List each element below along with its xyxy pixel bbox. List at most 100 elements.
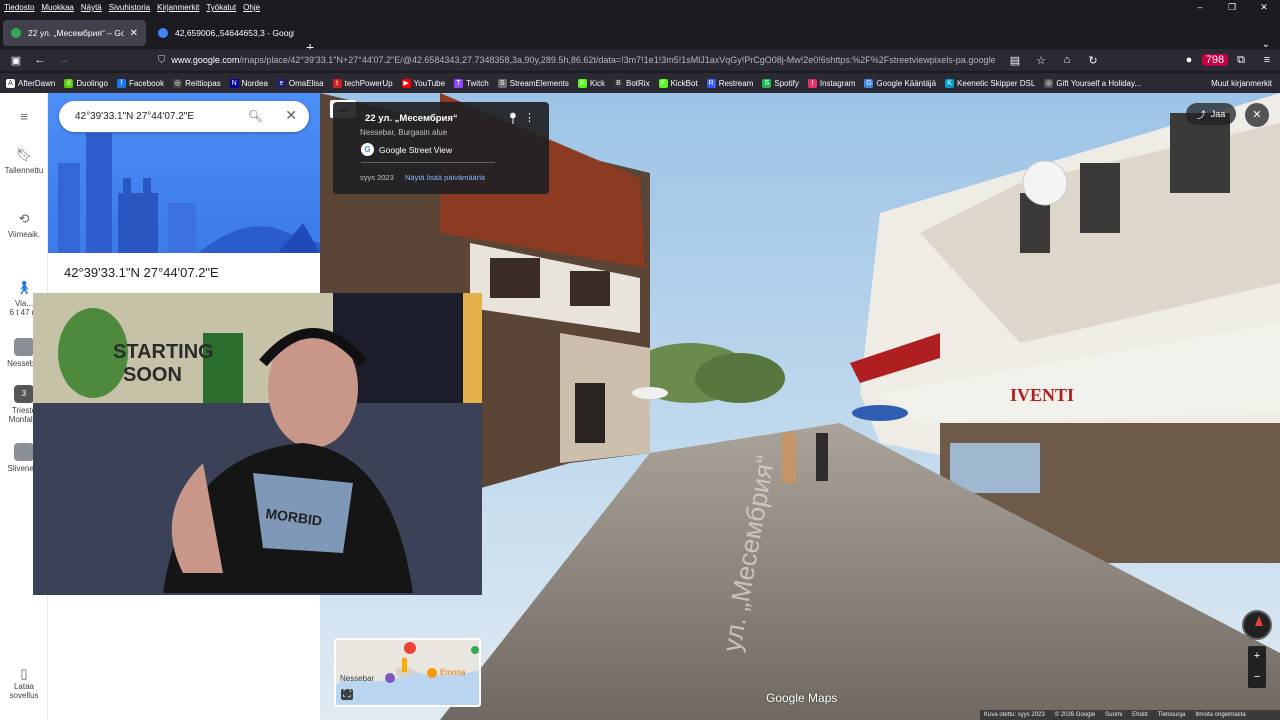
bookmark-favicon-icon: G — [864, 78, 874, 88]
close-icon[interactable]: ✕ — [285, 107, 297, 124]
footer-language[interactable]: Suomi — [1105, 712, 1122, 718]
other-bookmarks-button[interactable]: Muut kirjanmerkit — [1211, 73, 1272, 93]
bookmark-item[interactable]: K Kick — [577, 78, 605, 88]
bookmark-item[interactable]: T Twitch — [454, 78, 489, 88]
bookmark-item[interactable]: R Restream — [706, 78, 753, 88]
reload-icon[interactable]: ↻ — [1080, 54, 1106, 67]
tab-bar: 22 ул. „Месембрия“ – Google M ✕ 42,65900… — [0, 15, 1280, 55]
footer-terms[interactable]: Ehdot — [1132, 712, 1148, 718]
bookmark-item[interactable]: A AfterDawn — [6, 78, 55, 88]
expand-map-icon[interactable]: ⛶ — [341, 689, 353, 700]
url-path: /maps/place/42°39'33.1"N+27°44'07.2"E/@4… — [239, 55, 996, 65]
place-thumbnail: 3 — [14, 385, 34, 403]
tracking-shield-icon[interactable]: ⛉ — [152, 55, 171, 66]
menu-icon[interactable]: ≡ — [0, 109, 48, 127]
phone-icon: ▯ — [20, 666, 28, 681]
shop-sign-iventi: IVENTI — [1010, 385, 1074, 405]
minimize-button[interactable]: – — [1184, 0, 1216, 15]
place-thumbnail — [14, 338, 34, 356]
tab-google-maps-active[interactable]: 22 ул. „Месембрия“ – Google M ✕ — [3, 20, 146, 46]
menu-file[interactable]: Tiedosto — [4, 3, 34, 12]
bookmark-item[interactable]: K Keenetic Skipper DSL — [945, 78, 1035, 88]
bookmark-item[interactable]: ◎ Gift Yourself a Holiday... — [1044, 78, 1141, 88]
app-menu-icon[interactable]: ≡ — [1254, 54, 1280, 66]
sidebar-toggle-icon[interactable]: ▣ — [4, 54, 28, 67]
back-button[interactable]: ← — [28, 54, 52, 66]
street-view-info-card: 22 ул. „Месембрия“ Nessebar, Burgasin al… — [333, 102, 549, 194]
account-icon[interactable]: ● — [1176, 54, 1202, 66]
bookmark-item[interactable]: f Facebook — [116, 78, 164, 88]
restore-button[interactable]: ❐ — [1216, 0, 1248, 15]
bookmark-item[interactable]: I Instagram — [807, 78, 855, 88]
bookmark-item[interactable]: K KickBot — [658, 78, 698, 88]
bookmark-item[interactable]: ▶ YouTube — [401, 78, 445, 88]
tab-google-search[interactable]: 42,659006,,54644653,3 - Google — [150, 20, 302, 46]
webcam-video: STARTING SOON MORBID — [33, 293, 482, 595]
google-favicon-icon — [158, 28, 168, 38]
compass-icon[interactable] — [1242, 610, 1272, 640]
menu-view[interactable]: Näytä — [81, 3, 102, 12]
location-pin-icon[interactable]: 📍︎ — [506, 112, 520, 125]
zoom-in-button[interactable]: + — [1248, 646, 1266, 667]
download-app-button[interactable]: ▯ Lataa sovellus — [0, 666, 48, 700]
bookmark-item[interactable]: B BotRix — [614, 78, 650, 88]
divider — [361, 162, 495, 163]
minimap-town-label: Nessebar — [340, 674, 375, 683]
bookmark-favicon-icon: e — [276, 78, 286, 88]
bookmark-item[interactable]: t techPowerUp — [332, 78, 393, 88]
url-domain: www.google.com — [171, 55, 240, 65]
bookmark-item[interactable]: N Nordea — [229, 78, 268, 88]
more-options-icon[interactable]: ⋮ — [524, 111, 535, 124]
bookmark-favicon-icon: K — [945, 78, 955, 88]
extensions-icon[interactable]: ⧉ — [1228, 54, 1254, 67]
home-icon[interactable]: ⌂ — [1054, 54, 1080, 66]
street-view-subtitle: Nessebar, Burgasin alue — [360, 128, 448, 137]
poster-text-starting: STARTING — [113, 341, 214, 363]
reader-view-icon[interactable]: ▤ — [1002, 54, 1028, 67]
close-window-button[interactable]: ✕ — [1248, 0, 1280, 15]
share-button[interactable]: ⤴ Jaa — [1186, 103, 1236, 125]
bookmark-favicon-icon: ▶ — [401, 78, 411, 88]
history-icon: ⟲ — [18, 211, 30, 226]
bookmark-item[interactable]: S StreamElements — [497, 78, 569, 88]
forward-button[interactable]: → — [52, 54, 76, 66]
footer-report[interactable]: Ilmoita ongelmasta — [1195, 712, 1245, 718]
zoom-out-button[interactable]: − — [1248, 667, 1266, 688]
close-street-view-button[interactable]: ✕ — [1245, 103, 1269, 127]
bookmark-favicon-icon: B — [614, 78, 623, 88]
footer-privacy[interactable]: Tietosuoja — [1158, 712, 1185, 718]
menu-history[interactable]: Sivuhistoria — [109, 3, 150, 12]
google-maps-page: IVENTI ул. „Месембрия“ ≡ 🔖︎ Tallennettu … — [0, 93, 1280, 720]
extension-badge[interactable]: 798 — [1202, 54, 1228, 66]
bookmark-favicon-icon: t — [332, 78, 342, 88]
toolbar-actions: ▤ ☆ ⌂ ↻ ● 798 ⧉ ≡ — [1002, 49, 1280, 71]
url-bar[interactable]: ⛉ www.google.com /maps/place/42°39'33.1"… — [152, 49, 1032, 71]
search-input[interactable]: 42°39'33.1"N 27°44'07.2"E 🔍︎ ✕ — [59, 101, 309, 132]
menu-bookmarks[interactable]: Kirjanmerkit — [157, 3, 199, 12]
bookmark-item[interactable]: S Spotify — [762, 78, 799, 88]
bookmark-item[interactable]: G Google Kääntäjä — [864, 78, 936, 88]
search-icon[interactable]: 🔍︎ — [248, 109, 263, 123]
recent-button[interactable]: ⟲ Viimeaik. — [0, 211, 48, 239]
footer-copyright: © 2026 Google — [1054, 712, 1096, 718]
more-dates-link[interactable]: Näytä lisää päivämääriä — [405, 173, 485, 182]
menu-help[interactable]: Ohje — [243, 3, 260, 12]
tab-title: 22 ул. „Месембрия“ – Google M — [28, 28, 124, 38]
window-controls: – ❐ ✕ — [1184, 0, 1280, 15]
bookmark-item[interactable]: e OmaElisa — [276, 78, 324, 88]
saved-button[interactable]: 🔖︎ Tallennettu — [0, 147, 48, 175]
menu-tools[interactable]: Työkalut — [206, 3, 236, 12]
tab-close-icon[interactable]: ✕ — [124, 28, 138, 39]
capture-date: syys 2023 — [360, 173, 394, 182]
bookmark-favicon-icon: A — [6, 78, 15, 88]
bookmark-item[interactable]: d Duolingo — [64, 78, 108, 88]
menu-bar: Tiedosto Muokkaa Näytä Sivuhistoria Kirj… — [0, 0, 1280, 15]
bookmark-favicon-icon: ◎ — [1044, 78, 1054, 88]
bookmark-star-icon[interactable]: ☆ — [1028, 54, 1054, 67]
menu-edit[interactable]: Muokkaa — [41, 3, 73, 12]
place-thumbnail — [14, 443, 34, 461]
bookmark-favicon-icon: N — [229, 78, 239, 88]
bookmark-item[interactable]: ◎ Reittiopas — [173, 78, 221, 88]
bookmark-favicon-icon: R — [706, 78, 716, 88]
mini-map[interactable]: Nessebar Emona ⛶ — [334, 638, 481, 707]
